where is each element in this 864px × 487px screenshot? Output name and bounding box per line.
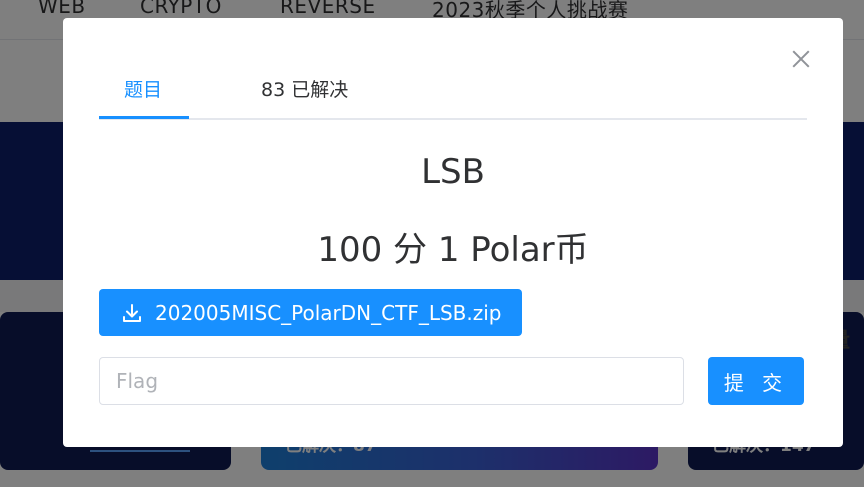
download-attachment-button[interactable]: 202005MISC_PolarDN_CTF_LSB.zip <box>99 289 522 336</box>
challenge-score: 100 分 1 Polar币 <box>317 230 589 270</box>
tab-challenge[interactable]: 题目 <box>124 75 162 102</box>
tab-solved[interactable]: 83 已解决 <box>261 75 348 102</box>
submit-button[interactable]: 提 交 <box>708 357 804 405</box>
close-icon[interactable] <box>790 48 812 70</box>
download-label: 202005MISC_PolarDN_CTF_LSB.zip <box>155 300 502 325</box>
flag-input[interactable] <box>99 357 684 405</box>
challenge-dialog: 题目 83 已解决 LSB 100 分 1 Polar币 202005MISC_… <box>63 18 843 447</box>
dialog-tabs: 题目 83 已解决 <box>99 70 807 120</box>
active-tab-indicator <box>99 116 189 119</box>
download-icon <box>121 302 143 324</box>
challenge-title: LSB <box>421 152 485 192</box>
